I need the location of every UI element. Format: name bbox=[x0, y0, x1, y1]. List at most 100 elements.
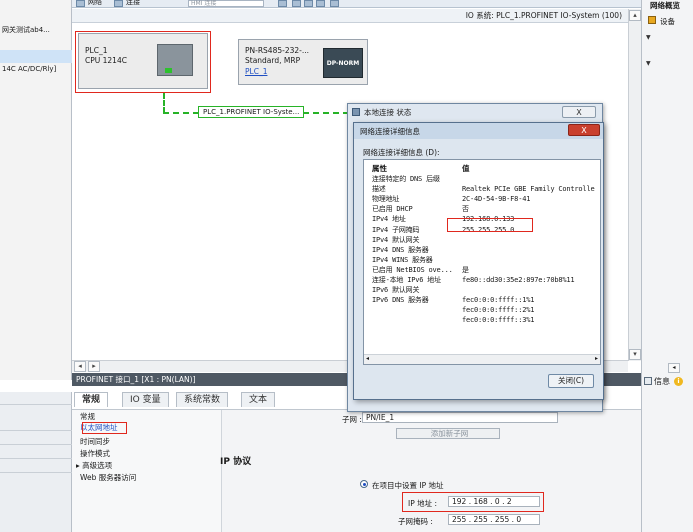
details-table[interactable]: 属性 值 连接特定的 DNS 后缀 描述 Realtek PCIe GBE Fami… bbox=[363, 159, 601, 365]
detail-row-property: 物理地址 bbox=[372, 195, 400, 204]
column-property[interactable]: 属性 bbox=[372, 163, 387, 174]
detail-row-property: IPv4 子网掩码 bbox=[372, 225, 420, 234]
gateway-type: Standard, MRP bbox=[245, 56, 301, 65]
gateway-image-icon: DP-NORM bbox=[323, 48, 363, 78]
scroll-down-icon[interactable]: ▾ bbox=[629, 349, 641, 360]
info-circle-icon[interactable]: i bbox=[674, 377, 683, 386]
subnet-label: 子网 : bbox=[342, 415, 362, 424]
filter-icon[interactable] bbox=[648, 16, 656, 24]
details-horizontal-scrollbar[interactable]: ◂ ▸ bbox=[364, 354, 600, 364]
detail-row-property: 连接特定的 DNS 后缀 bbox=[372, 175, 440, 183]
set-ip-in-project-label: 在项目中设置 IP 地址 bbox=[372, 481, 444, 490]
connection-type-select[interactable]: HMI 连接 bbox=[188, 0, 264, 7]
details-close-icon[interactable]: X bbox=[568, 124, 600, 136]
inspector-info-panel: 信息 i bbox=[641, 375, 693, 532]
detail-row-property: 已启用 DHCP bbox=[372, 205, 413, 214]
tab-general[interactable]: 常规 bbox=[74, 392, 109, 407]
close-button[interactable]: 关闭(C) bbox=[548, 374, 594, 388]
nav-operating-mode[interactable]: 操作模式 bbox=[80, 449, 110, 459]
details-title: 网络连接详细信息 bbox=[360, 127, 420, 136]
scroll-left-icon[interactable]: ◂ bbox=[74, 361, 86, 372]
ethernet-highlight-box bbox=[82, 422, 127, 434]
details-scroll-right-icon[interactable]: ▸ bbox=[595, 355, 598, 362]
ip-protocol-heading: IP 协议 bbox=[220, 457, 252, 467]
gateway-device[interactable]: PN-RS485-232-... Standard, MRP PLC_1 DP-… bbox=[238, 39, 368, 85]
network-overview-title: 网络概览 bbox=[650, 1, 680, 10]
network-status-icon bbox=[352, 108, 360, 116]
properties-nav: 常规 以太网地址 时间同步 操作模式 ▸ 高级选项 Web 服务器访问 bbox=[72, 410, 222, 532]
column-value[interactable]: 值 bbox=[462, 163, 470, 174]
ipv4-highlight-box bbox=[447, 218, 533, 232]
detail-row-property: 已启用 NetBIOS ove... bbox=[372, 265, 453, 274]
detail-row-value: Realtek PCIe GBE Family Controlle bbox=[462, 185, 595, 194]
toolbar-icon-2[interactable] bbox=[292, 0, 301, 7]
network-view-icon[interactable] bbox=[76, 0, 85, 7]
project-tree: 网关测试ab4... 14C AC/DC/Rly] bbox=[0, 0, 72, 380]
detail-row-value: 2C-4D-54-9B-F8-41 bbox=[462, 195, 531, 204]
toolbar-icon-3[interactable] bbox=[304, 0, 313, 7]
subnet-select[interactable]: PN/IE_1 bbox=[362, 412, 558, 423]
detail-row-property: IPv4 WINS 服务器 bbox=[372, 255, 433, 264]
ip-highlight-box bbox=[402, 492, 544, 512]
plc-highlight-box bbox=[75, 31, 211, 93]
subnet-mask-label: 子网掩码 : bbox=[398, 517, 433, 526]
status-close-icon[interactable]: X bbox=[562, 106, 596, 118]
expand-icon[interactable]: ▼ bbox=[646, 34, 651, 41]
detail-row-value: fec0:0:0:ffff::2%1 bbox=[462, 306, 535, 315]
info-panel-icon bbox=[644, 377, 652, 385]
gateway-name: PN-RS485-232-... bbox=[245, 46, 310, 55]
details-titlebar: 网络连接详细信息 X bbox=[354, 123, 603, 139]
network-header: IO 系统: PLC_1.PROFINET IO-System (100) bbox=[72, 9, 628, 23]
detail-row-value: fe80::dd30:35e2:897e:70b8%11 bbox=[462, 276, 575, 284]
properties-form: 子网 : PN/IE_1 添加新子网 IP 协议 在项目中设置 IP 地址 IP… bbox=[220, 410, 641, 532]
network-toolbar: 网络 连接 HMI 连接 bbox=[72, 0, 654, 8]
network-overview-panel: 网络概览 设备 ▼ ▼ ◂ bbox=[641, 0, 693, 375]
subnet-mask-field[interactable]: 255 . 255 . 255 . 0 bbox=[448, 514, 540, 525]
detail-row-value: 是 bbox=[462, 265, 469, 274]
profinet-network-label[interactable]: PLC_1.PROFINET IO-Syste... bbox=[198, 106, 305, 118]
nav-time-sync[interactable]: 时间同步 bbox=[80, 437, 110, 447]
detail-row-property: IPv4 默认网关 bbox=[372, 235, 420, 244]
io-system-label: IO 系统: PLC_1.PROFINET IO-System (100) bbox=[465, 11, 622, 20]
tree-item-gateway[interactable]: 网关测试ab4... bbox=[0, 24, 72, 37]
expand-icon-2[interactable]: ▼ bbox=[646, 60, 651, 67]
network-button[interactable]: 网络 bbox=[88, 0, 102, 7]
add-subnet-button[interactable]: 添加新子网 bbox=[396, 428, 500, 439]
connections-button[interactable]: 连接 bbox=[126, 0, 140, 7]
tab-io-tags[interactable]: IO 变量 bbox=[122, 392, 169, 407]
detail-row-value: fec0:0:0:ffff::3%1 bbox=[462, 316, 535, 325]
tree-item-blank-2[interactable] bbox=[0, 50, 72, 63]
detail-row-property: 描述 bbox=[372, 185, 386, 194]
toolbar-icon-1[interactable] bbox=[278, 0, 287, 7]
set-ip-radio[interactable] bbox=[360, 480, 368, 488]
zoom-icon[interactable] bbox=[330, 0, 339, 7]
nav-advanced-options[interactable]: ▸ 高级选项 bbox=[76, 461, 112, 471]
detail-row-value: 否 bbox=[462, 205, 469, 214]
tree-item-blank-3[interactable] bbox=[0, 76, 72, 89]
details-view bbox=[0, 392, 72, 532]
right-scroll-left-icon[interactable]: ◂ bbox=[668, 363, 680, 373]
overview-device-label: 设备 bbox=[660, 17, 675, 26]
tab-texts[interactable]: 文本 bbox=[241, 392, 276, 407]
info-tab[interactable]: 信息 bbox=[654, 376, 670, 387]
detail-row-property: 连接-本地 IPv6 地址 bbox=[372, 276, 441, 284]
connections-icon[interactable] bbox=[114, 0, 123, 7]
toolbar-icon-4[interactable] bbox=[316, 0, 325, 7]
details-scroll-left-icon[interactable]: ◂ bbox=[366, 355, 369, 362]
detail-row-property: IPv6 DNS 服务器 bbox=[372, 296, 429, 305]
profinet-line-vertical bbox=[163, 93, 165, 113]
detail-row-property: IPv6 默认网关 bbox=[372, 286, 420, 295]
nav-web-server-access[interactable]: Web 服务器访问 bbox=[80, 473, 136, 483]
canvas-vertical-scrollbar[interactable]: ▴ ▾ bbox=[628, 9, 641, 361]
detail-row-value: fec0:0:0:ffff::1%1 bbox=[462, 296, 535, 305]
scroll-up-icon[interactable]: ▴ bbox=[629, 10, 641, 21]
detail-row-property: IPv4 地址 bbox=[372, 215, 406, 224]
tab-system-constants[interactable]: 系统常数 bbox=[176, 392, 229, 407]
nav-general[interactable]: 常规 bbox=[80, 412, 95, 422]
gateway-plc-link[interactable]: PLC_1 bbox=[245, 67, 267, 76]
tree-item-cpu[interactable]: 14C AC/DC/Rly] bbox=[0, 63, 72, 76]
detail-row-property: IPv4 DNS 服务器 bbox=[372, 245, 429, 254]
details-list-label: 网络连接详细信息 (D): bbox=[363, 148, 440, 157]
scroll-right-icon[interactable]: ▸ bbox=[88, 361, 100, 372]
status-dialog-title: 本地连接 状态 bbox=[364, 108, 412, 117]
